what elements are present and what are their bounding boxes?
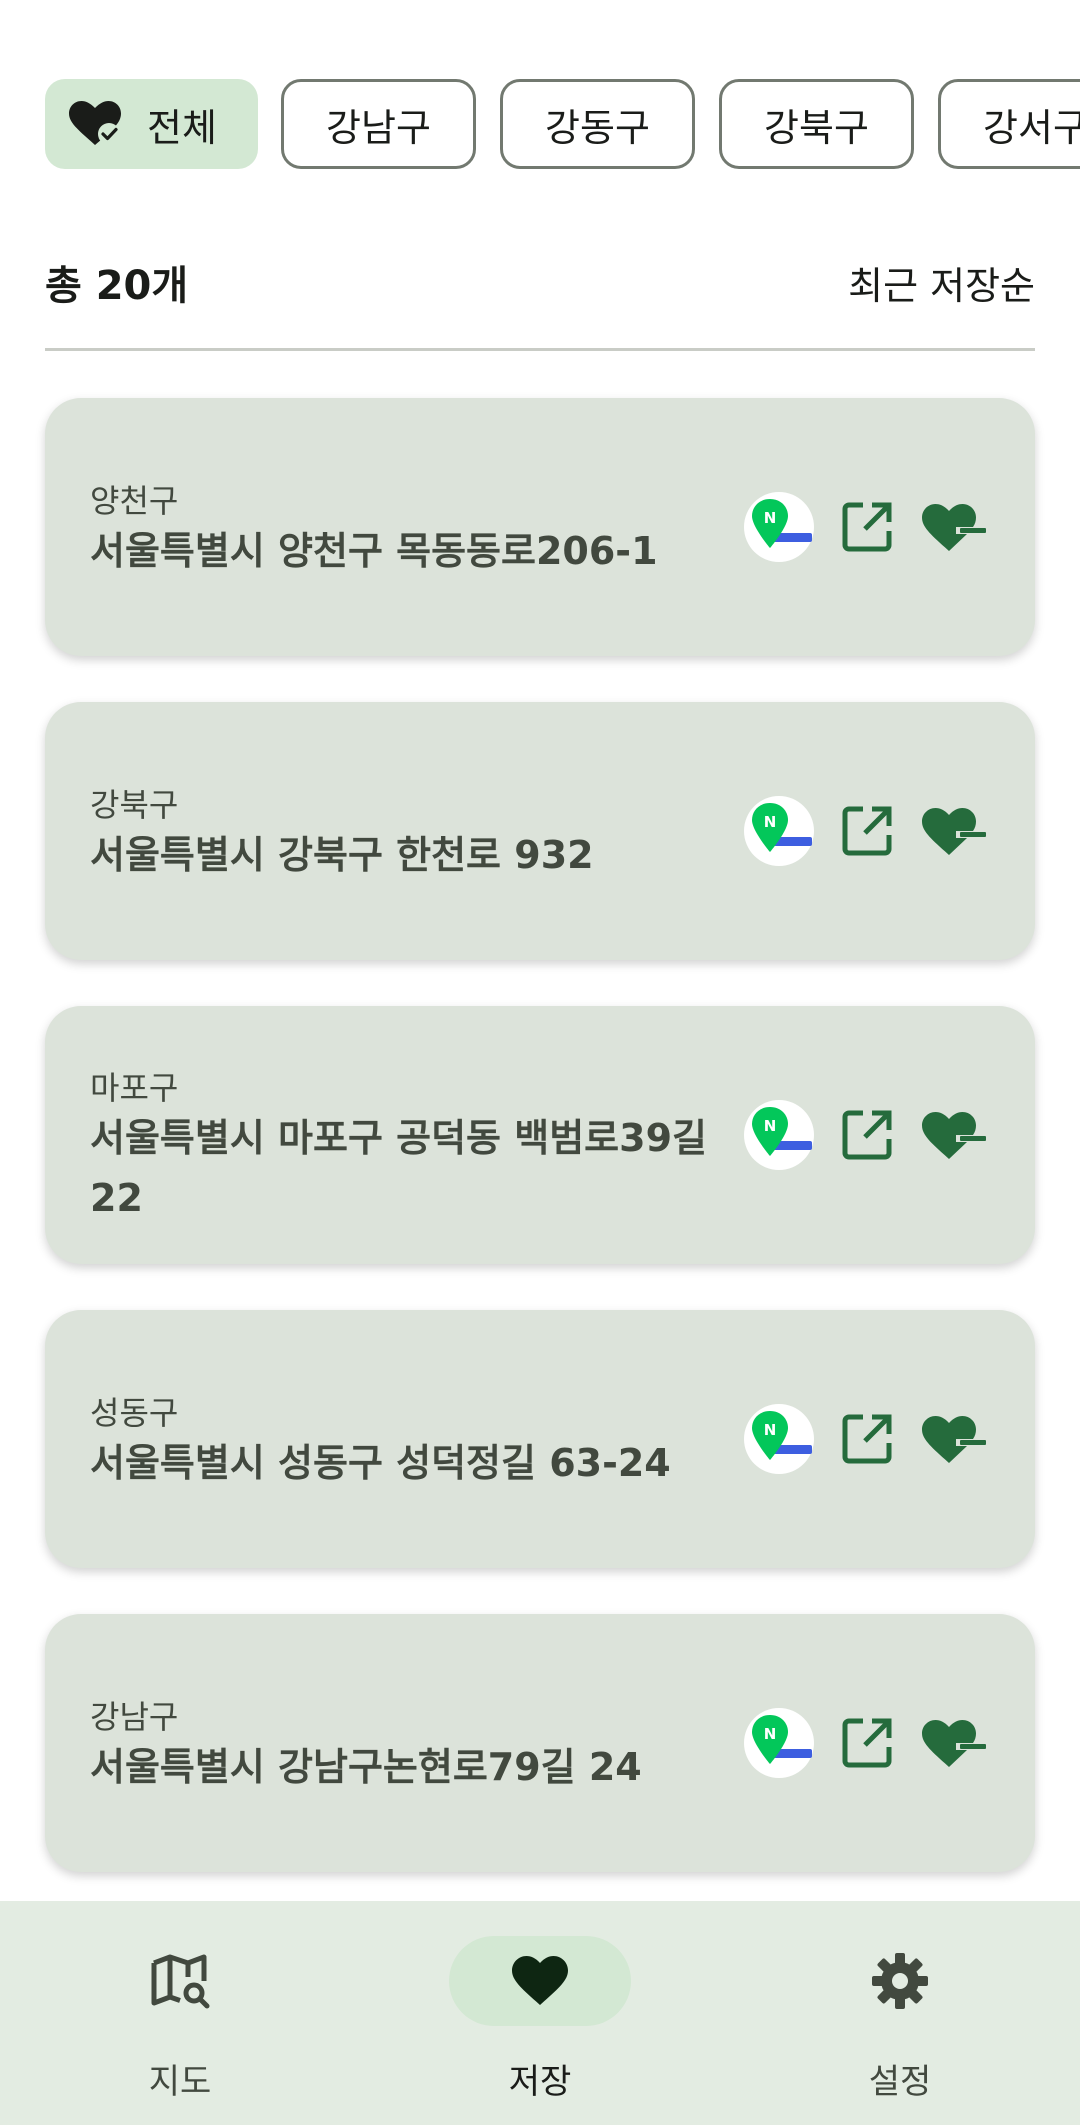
sort-selector[interactable]: 최근 저장순 bbox=[848, 255, 1035, 310]
chip-gangdong[interactable]: 강동구 bbox=[500, 79, 695, 169]
card-address: 서울특별시 마포구 공덕동 백범로39길 22 bbox=[90, 1116, 707, 1220]
svg-text:N: N bbox=[764, 813, 777, 831]
bottom-navigation: 지도 저장 설정 bbox=[0, 1901, 1080, 2125]
heart-minus-icon[interactable] bbox=[920, 1708, 990, 1778]
card-actions: N bbox=[744, 492, 990, 562]
card-district: 강남구 bbox=[90, 1698, 179, 1736]
heart-check-icon bbox=[69, 101, 121, 147]
chip-all[interactable]: 전체 bbox=[45, 79, 258, 169]
card-address: 서울특별시 성동구 성덕정길 63-24 bbox=[90, 1441, 671, 1485]
divider bbox=[45, 348, 1035, 351]
card-actions: N bbox=[744, 1708, 990, 1778]
saved-place-card[interactable]: 성동구 서울특별시 성동구 성덕정길 63-24 N bbox=[45, 1310, 1035, 1568]
naver-map-icon[interactable]: N bbox=[744, 492, 814, 562]
naver-map-icon[interactable]: N bbox=[744, 1404, 814, 1474]
list-summary: 총 20개 최근 저장순 bbox=[45, 252, 1035, 312]
chip-gangnam[interactable]: 강남구 bbox=[281, 79, 476, 169]
heart-minus-icon[interactable] bbox=[920, 1100, 990, 1170]
gear-icon bbox=[870, 1951, 930, 2011]
svg-text:N: N bbox=[764, 509, 777, 527]
svg-text:N: N bbox=[764, 1421, 777, 1439]
card-district: 성동구 bbox=[90, 1394, 179, 1432]
saved-place-card[interactable]: 양천구 서울특별시 양천구 목동동로206-1 N bbox=[45, 398, 1035, 656]
district-filter-chips: 전체 강남구 강동구 강북구 강서구 bbox=[45, 79, 1080, 169]
chip-gangbuk[interactable]: 강북구 bbox=[719, 79, 914, 169]
open-external-icon[interactable] bbox=[832, 1708, 902, 1778]
nav-item-settings[interactable]: 설정 bbox=[720, 1901, 1080, 2125]
nav-label: 설정 bbox=[868, 2062, 932, 2102]
chip-label: 강북구 bbox=[764, 105, 869, 150]
card-district: 강북구 bbox=[90, 786, 179, 824]
card-actions: N bbox=[744, 1100, 990, 1170]
naver-map-icon[interactable]: N bbox=[744, 1100, 814, 1170]
saved-place-card[interactable]: 강남구 서울특별시 강남구논현로79길 24 N bbox=[45, 1614, 1035, 1872]
card-district: 마포구 bbox=[90, 1069, 179, 1107]
naver-map-icon[interactable]: N bbox=[744, 1708, 814, 1778]
open-external-icon[interactable] bbox=[832, 796, 902, 866]
nav-item-saved[interactable]: 저장 bbox=[360, 1901, 720, 2125]
chip-label: 강동구 bbox=[545, 105, 650, 150]
chip-label: 강서구 bbox=[983, 105, 1080, 150]
open-external-icon[interactable] bbox=[832, 492, 902, 562]
heart-icon bbox=[510, 1951, 570, 2011]
card-address: 서울특별시 강북구 한천로 932 bbox=[90, 833, 594, 877]
card-district: 양천구 bbox=[90, 482, 179, 520]
nav-label: 지도 bbox=[148, 2062, 212, 2102]
chip-label: 전체 bbox=[147, 105, 217, 150]
nav-label: 저장 bbox=[508, 2062, 572, 2102]
svg-text:N: N bbox=[764, 1117, 777, 1135]
saved-place-card[interactable]: 강북구 서울특별시 강북구 한천로 932 N bbox=[45, 702, 1035, 960]
card-actions: N bbox=[744, 796, 990, 866]
saved-place-card[interactable]: 마포구 서울특별시 마포구 공덕동 백범로39길 22 N bbox=[45, 1006, 1035, 1264]
heart-minus-icon[interactable] bbox=[920, 492, 990, 562]
map-search-icon bbox=[150, 1951, 210, 2011]
heart-minus-icon[interactable] bbox=[920, 796, 990, 866]
nav-item-map[interactable]: 지도 bbox=[0, 1901, 360, 2125]
chip-label: 강남구 bbox=[326, 105, 431, 150]
naver-map-icon[interactable]: N bbox=[744, 796, 814, 866]
card-address: 서울특별시 양천구 목동동로206-1 bbox=[90, 529, 658, 573]
heart-minus-icon[interactable] bbox=[920, 1404, 990, 1474]
card-address: 서울특별시 강남구논현로79길 24 bbox=[90, 1745, 642, 1789]
total-count: 총 20개 bbox=[45, 263, 189, 309]
chip-gangseo[interactable]: 강서구 bbox=[938, 79, 1080, 169]
svg-text:N: N bbox=[764, 1725, 777, 1743]
card-actions: N bbox=[744, 1404, 990, 1474]
open-external-icon[interactable] bbox=[832, 1100, 902, 1170]
open-external-icon[interactable] bbox=[832, 1404, 902, 1474]
